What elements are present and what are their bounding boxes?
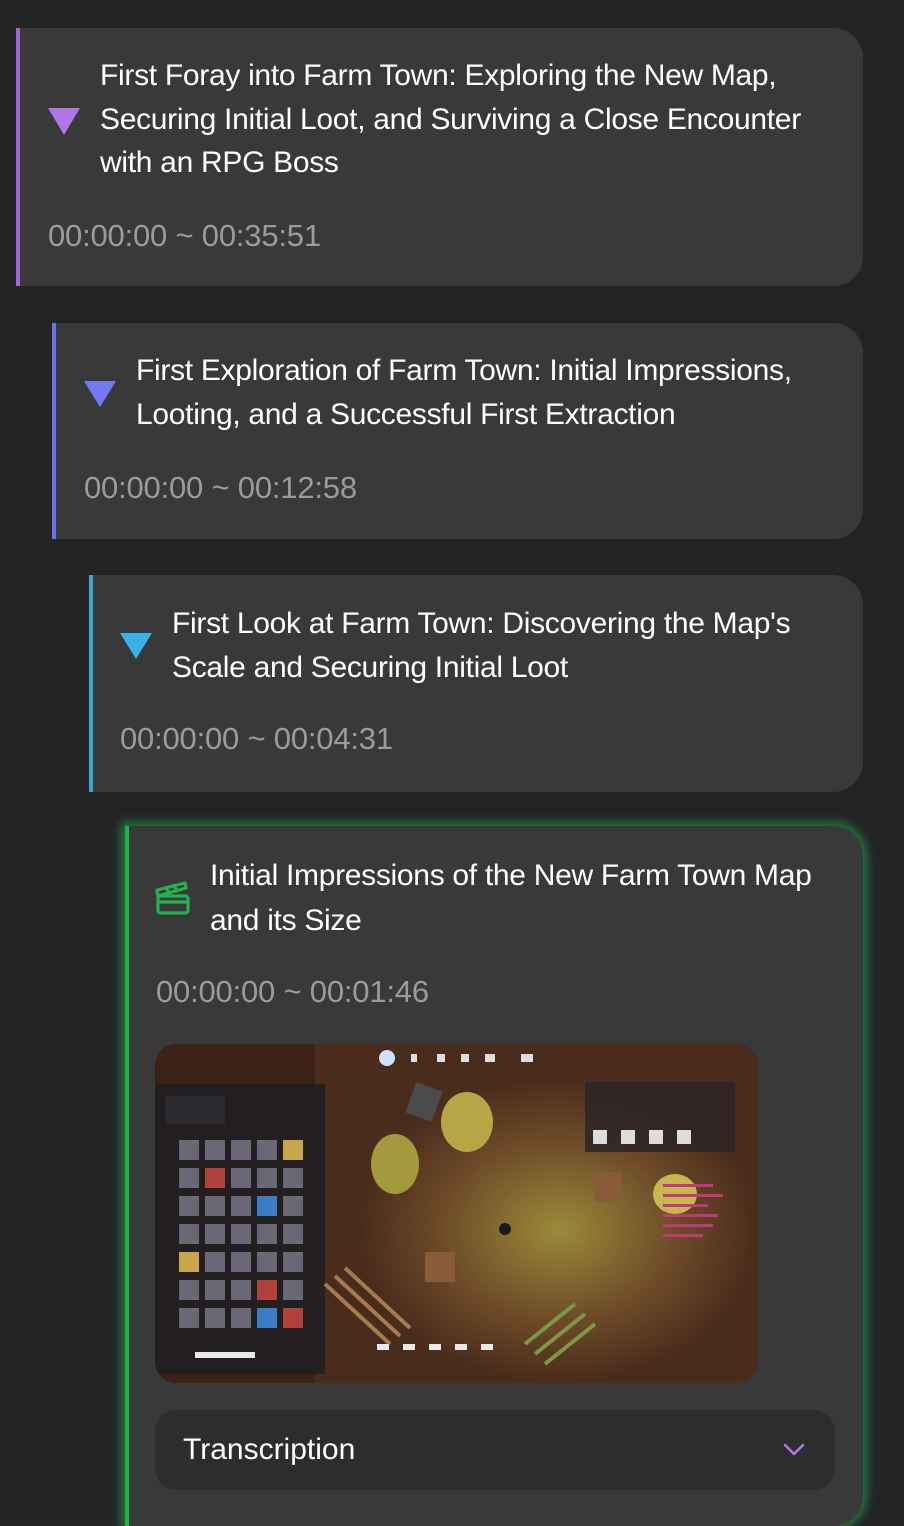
transcription-toggle[interactable]: Transcription xyxy=(155,1410,835,1490)
chapter-title: First Exploration of Farm Town: Initial … xyxy=(136,354,792,431)
chapter-timestamp: 00:00:00 ~ 00:04:31 xyxy=(120,721,393,756)
collapse-triangle-icon[interactable] xyxy=(84,381,116,407)
scene-timestamp: 00:00:00 ~ 00:01:46 xyxy=(156,974,429,1009)
accent-bar xyxy=(89,575,93,792)
accent-bar xyxy=(16,28,20,286)
chapter-title: First Look at Farm Town: Discovering the… xyxy=(172,607,791,684)
accent-bar xyxy=(52,323,56,539)
chapter-title: First Foray into Farm Town: Exploring th… xyxy=(100,59,801,179)
collapse-triangle-icon[interactable] xyxy=(48,108,80,135)
collapse-triangle-icon[interactable] xyxy=(120,633,152,659)
chapter-timestamp: 00:00:00 ~ 00:12:58 xyxy=(84,470,357,505)
chapter-timestamp: 00:00:00 ~ 00:35:51 xyxy=(48,218,321,253)
chapter-card-level-1[interactable]: First Foray into Farm Town: Exploring th… xyxy=(16,28,863,286)
scene-card-selected[interactable]: Initial Impressions of the New Farm Town… xyxy=(125,826,863,1526)
chapter-card-level-2[interactable]: First Exploration of Farm Town: Initial … xyxy=(52,323,863,539)
scene-title: Initial Impressions of the New Farm Town… xyxy=(210,859,812,937)
gameplay-thumbnail[interactable] xyxy=(155,1044,758,1383)
clapperboard-icon xyxy=(155,881,190,915)
chapter-card-level-3[interactable]: First Look at Farm Town: Discovering the… xyxy=(89,575,863,792)
transcription-label: Transcription xyxy=(183,1433,356,1466)
accent-bar xyxy=(125,826,129,1526)
chevron-down-icon xyxy=(783,1443,805,1456)
